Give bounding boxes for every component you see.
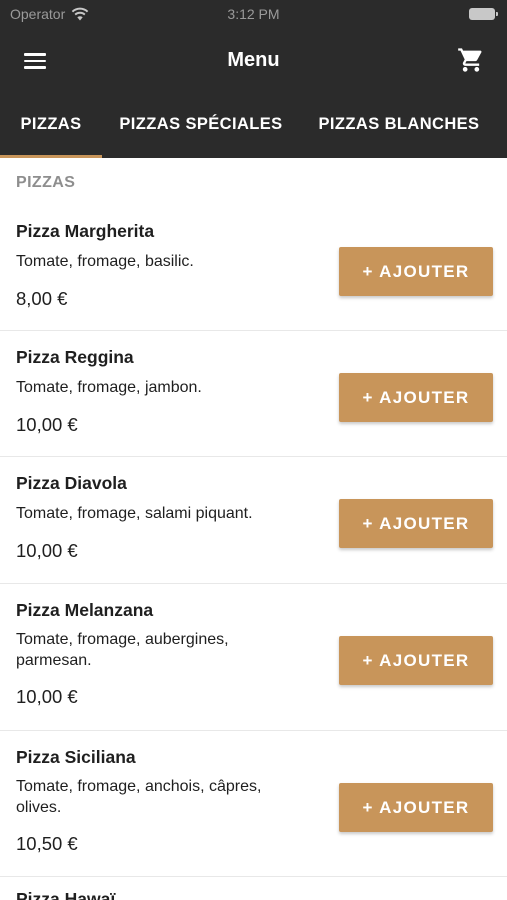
page-title: Menu <box>227 49 280 71</box>
battery-icon <box>469 8 498 20</box>
item-price: 10,00 € <box>16 414 78 435</box>
tab-active-indicator <box>0 155 102 158</box>
add-to-cart-button[interactable]: + AJOUTER <box>339 373 493 422</box>
menu-item: Pizza Siciliana Tomate, fromage, anchois… <box>0 731 507 877</box>
menu-item: Pizza Melanzana Tomate, fromage, aubergi… <box>0 584 507 731</box>
section-title: PIZZAS <box>16 174 76 191</box>
shopping-cart-icon[interactable] <box>457 46 485 74</box>
menu-item: Pizza Margherita Tomate, fromage, basili… <box>0 204 507 331</box>
add-to-cart-button[interactable]: + AJOUTER <box>339 499 493 548</box>
item-name: Pizza Diavola <box>16 473 127 493</box>
status-bar: Operator 3:12 PM <box>0 0 507 28</box>
add-to-cart-button[interactable]: + AJOUTER <box>339 247 493 296</box>
menu-item: Pizza Hawaï <box>0 877 507 900</box>
status-time: 3:12 PM <box>227 6 280 22</box>
item-name: Pizza Siciliana <box>16 747 136 767</box>
item-description: Tomate, fromage, anchois, câpres, olives… <box>16 778 262 816</box>
add-to-cart-button[interactable]: + AJOUTER <box>339 783 493 832</box>
tab-pizzas[interactable]: PIZZAS <box>0 102 102 158</box>
menu-item: Pizza Reggina Tomate, fromage, jambon. 1… <box>0 331 507 457</box>
item-name: Pizza Margherita <box>16 221 155 241</box>
item-description: Tomate, fromage, jambon. <box>16 379 202 396</box>
item-name: Pizza Hawaï <box>16 889 116 900</box>
item-price: 8,00 € <box>16 288 68 309</box>
app-bar: Menu PIZZAS PIZZAS SPÉCIALES PIZZAS BLAN… <box>0 28 507 158</box>
menu-item: Pizza Diavola Tomate, fromage, salami pi… <box>0 457 507 584</box>
item-price: 10,00 € <box>16 540 78 561</box>
item-name: Pizza Reggina <box>16 347 134 367</box>
menu-item-list: Pizza Margherita Tomate, fromage, basili… <box>0 204 507 900</box>
item-price: 10,00 € <box>16 686 78 707</box>
item-description: Tomate, fromage, aubergines, parmesan. <box>16 631 229 669</box>
category-tabs: PIZZAS PIZZAS SPÉCIALES PIZZAS BLANCHES <box>0 102 507 158</box>
item-description: Tomate, fromage, salami piquant. <box>16 505 253 522</box>
tab-pizzas-blanches[interactable]: PIZZAS BLANCHES <box>310 102 488 158</box>
item-description: Tomate, fromage, basilic. <box>16 253 194 270</box>
item-price: 10,50 € <box>16 833 78 854</box>
tab-pizzas-speciales[interactable]: PIZZAS SPÉCIALES <box>108 102 294 158</box>
add-to-cart-button[interactable]: + AJOUTER <box>339 636 493 685</box>
item-name: Pizza Melanzana <box>16 600 154 620</box>
